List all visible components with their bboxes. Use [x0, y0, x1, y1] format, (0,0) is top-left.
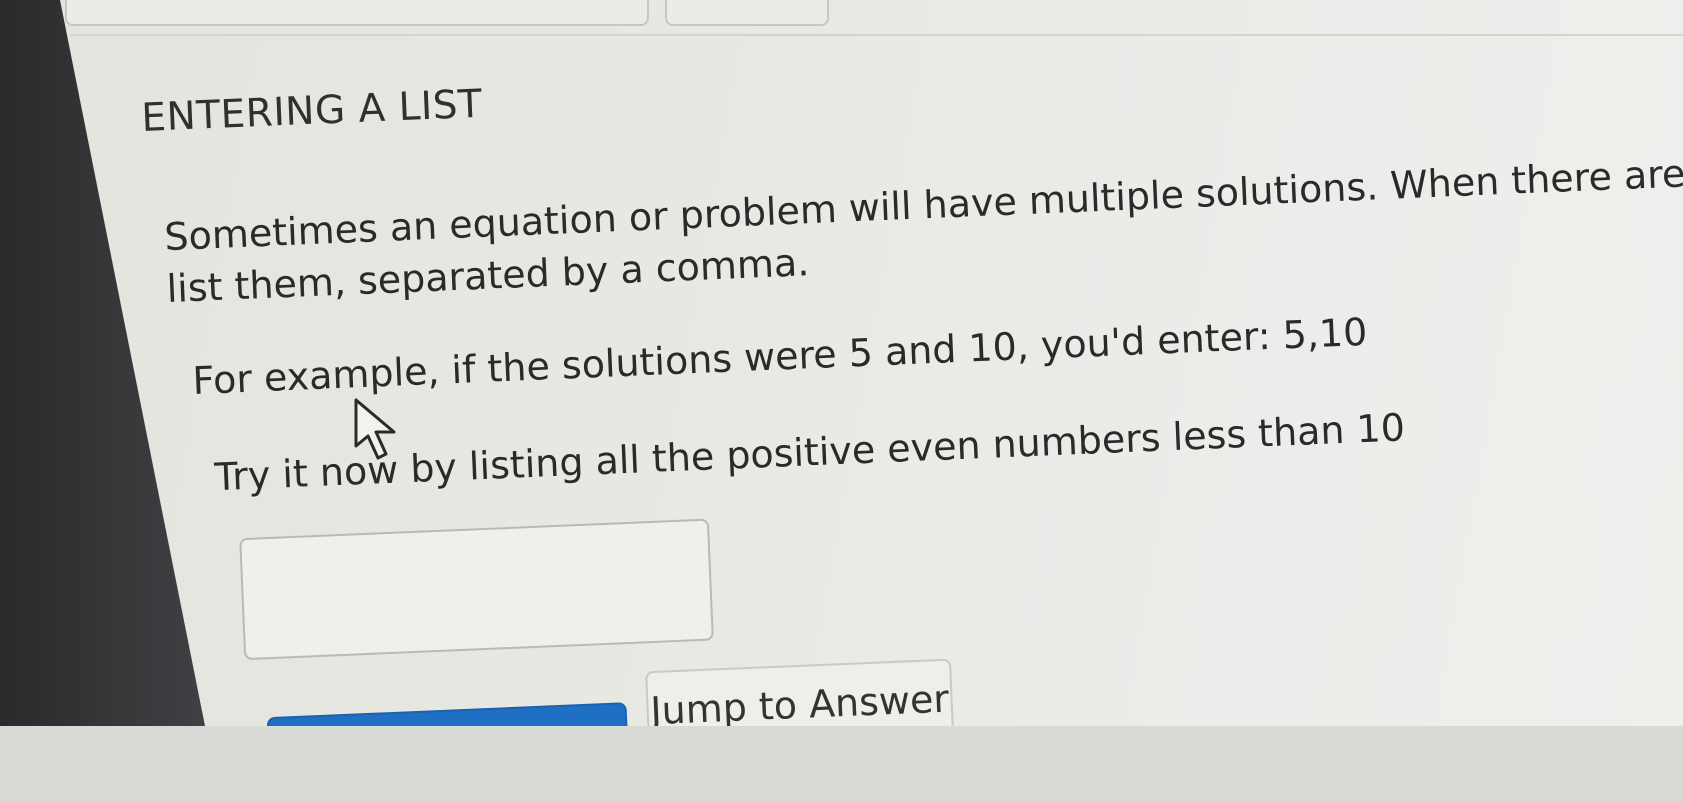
jump-to-answer-label: Jump to Answer	[649, 676, 950, 734]
divider	[70, 34, 1683, 36]
top-control-left[interactable]	[65, 0, 649, 26]
browser-page: ENTERING A LIST Sometimes an equation or…	[60, 0, 1683, 726]
intro-paragraph: Sometimes an equation or problem will ha…	[163, 130, 1683, 315]
page-title: ENTERING A LIST	[140, 81, 484, 141]
submit-question-button[interactable]: mit Question	[266, 702, 630, 776]
answer-input[interactable]	[239, 518, 714, 661]
example-paragraph: For example, if the solutions were 5 and…	[191, 309, 1369, 404]
top-controls	[60, 0, 840, 26]
jump-to-answer-button[interactable]: Jump to Answer	[645, 658, 955, 734]
mouse-pointer-icon	[354, 398, 396, 460]
submit-question-label: mit Question	[350, 721, 598, 776]
top-control-right[interactable]	[665, 0, 829, 26]
